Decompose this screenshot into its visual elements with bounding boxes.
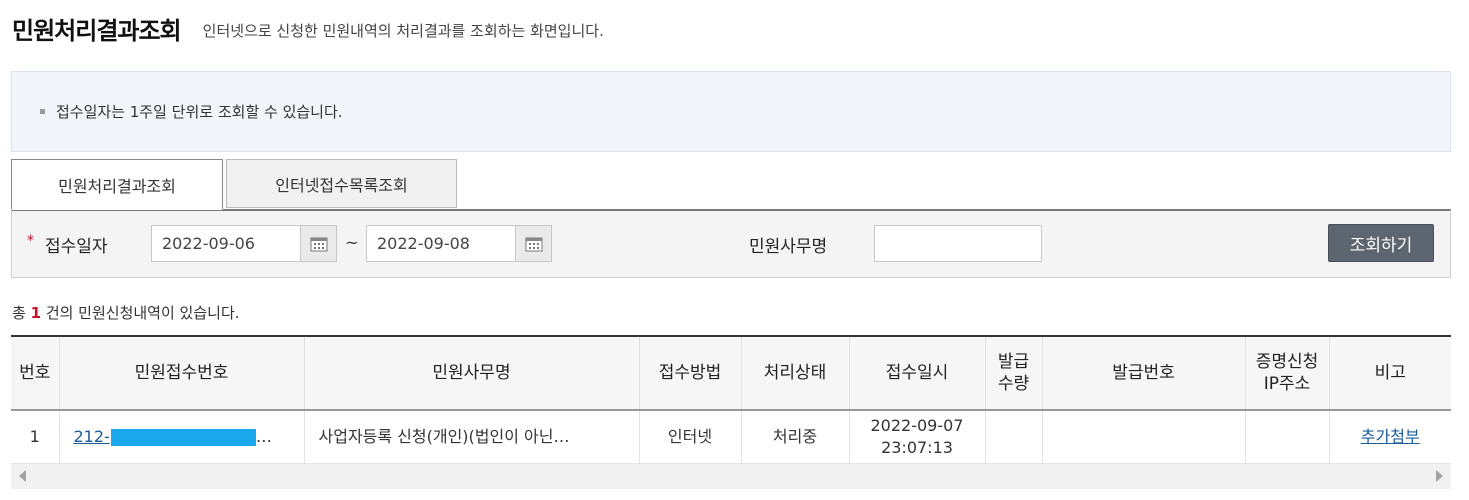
scroll-left-arrow-icon[interactable] bbox=[19, 470, 26, 482]
result-count-suffix: 건의 민원신청내역이 있습니다. bbox=[45, 304, 240, 322]
receipt-date-label: 접수일자 bbox=[45, 237, 108, 257]
result-count: 총 1 건의 민원신청내역이 있습니다. bbox=[12, 302, 240, 323]
received-time: 23:07:13 bbox=[881, 437, 953, 457]
redaction-mask bbox=[110, 428, 256, 446]
cell-issue-qty bbox=[985, 410, 1043, 464]
result-count-prefix: 총 bbox=[12, 304, 26, 322]
tab-internet-receipt-list[interactable]: 인터넷접수목록조회 bbox=[226, 159, 457, 208]
col-header-ip: 증명신청 IP주소 bbox=[1245, 335, 1330, 411]
search-panel: * 접수일자 2022-09-06 ~ 2022-09-08 민원사무명 조회하… bbox=[11, 209, 1451, 278]
cell-issue-no bbox=[1042, 410, 1246, 464]
cell-office-name: 사업자등록 신청(개인)(법인이 아닌… bbox=[304, 410, 640, 464]
col-header-issue-qty-line2: 수량 bbox=[997, 374, 1030, 394]
cell-received-at: 2022-09-07 23:07:13 bbox=[849, 410, 986, 464]
col-header-status: 처리상태 bbox=[741, 335, 850, 411]
col-header-receipt-no: 민원접수번호 bbox=[59, 335, 305, 411]
cell-remark: 추가첨부 bbox=[1329, 410, 1451, 464]
cell-method: 인터넷 bbox=[639, 410, 742, 464]
tab-bar: 민원처리결과조회 인터넷접수목록조회 bbox=[11, 159, 457, 210]
result-table-container: 번호 민원접수번호 민원사무명 접수방법 처리상태 접수일시 발급 수량 발급번… bbox=[11, 335, 1451, 464]
col-header-ip-line2: IP주소 bbox=[1263, 374, 1311, 394]
required-mark: * bbox=[27, 233, 34, 249]
page-description: 인터넷으로 신청한 민원내역의 처리결과를 조회하는 화면입니다. bbox=[202, 21, 604, 40]
col-header-issue-no: 발급번호 bbox=[1042, 335, 1246, 411]
cell-status: 처리중 bbox=[741, 410, 850, 464]
page-header: 민원처리결과조회 인터넷으로 신청한 민원내역의 처리결과를 조회하는 화면입니… bbox=[12, 12, 604, 45]
cell-receipt-no: 212- … bbox=[59, 410, 305, 464]
search-button[interactable]: 조회하기 bbox=[1328, 224, 1434, 262]
page-title: 민원처리결과조회 bbox=[12, 16, 182, 45]
col-header-method: 접수방법 bbox=[639, 335, 742, 411]
result-count-number: 1 bbox=[30, 304, 42, 322]
col-header-office-name: 민원사무명 bbox=[304, 335, 640, 411]
notice-text: 접수일자는 1주일 단위로 조회할 수 있습니다. bbox=[56, 103, 343, 121]
add-attachment-link[interactable]: 추가첨부 bbox=[1361, 427, 1420, 446]
notice-item: 접수일자는 1주일 단위로 조회할 수 있습니다. bbox=[40, 101, 343, 122]
office-name-label: 민원사무명 bbox=[749, 237, 828, 257]
table-header-row: 번호 민원접수번호 민원사무명 접수방법 처리상태 접수일시 발급 수량 발급번… bbox=[11, 335, 1451, 411]
col-header-received-at: 접수일시 bbox=[849, 335, 986, 411]
receipt-no-prefix: 212- bbox=[73, 426, 110, 446]
cell-no: 1 bbox=[11, 410, 60, 464]
date-range-separator: ~ bbox=[345, 233, 359, 252]
table-row: 1 212- … 사업자등록 신청(개인)(법인이 아닌… 인터넷 처리중 202… bbox=[11, 410, 1451, 464]
result-table: 번호 민원접수번호 민원사무명 접수방법 처리상태 접수일시 발급 수량 발급번… bbox=[11, 335, 1451, 464]
calendar-icon[interactable] bbox=[300, 225, 337, 262]
office-name-input[interactable] bbox=[874, 225, 1042, 262]
receipt-no-link[interactable]: 212- bbox=[74, 427, 256, 446]
col-header-no: 번호 bbox=[11, 335, 60, 411]
date-from-input[interactable]: 2022-09-06 bbox=[151, 225, 301, 262]
scroll-right-arrow-icon[interactable] bbox=[1436, 470, 1443, 482]
notice-box: 접수일자는 1주일 단위로 조회할 수 있습니다. bbox=[11, 71, 1451, 152]
col-header-ip-line1: 증명신청 bbox=[1255, 351, 1319, 372]
date-to-input[interactable]: 2022-09-08 bbox=[366, 225, 516, 262]
calendar-icon[interactable] bbox=[515, 225, 552, 262]
square-bullet-icon bbox=[40, 109, 45, 114]
received-date: 2022-09-07 bbox=[870, 416, 964, 436]
col-header-issue-qty-line1: 발급 bbox=[997, 351, 1030, 372]
horizontal-scrollbar[interactable] bbox=[11, 463, 1451, 489]
col-header-remark: 비고 bbox=[1329, 335, 1451, 411]
tab-processing-result[interactable]: 민원처리결과조회 bbox=[11, 159, 223, 210]
receipt-no-ellipsis: … bbox=[255, 426, 272, 446]
col-header-issue-qty: 발급 수량 bbox=[985, 335, 1043, 411]
cell-ip bbox=[1245, 410, 1330, 464]
